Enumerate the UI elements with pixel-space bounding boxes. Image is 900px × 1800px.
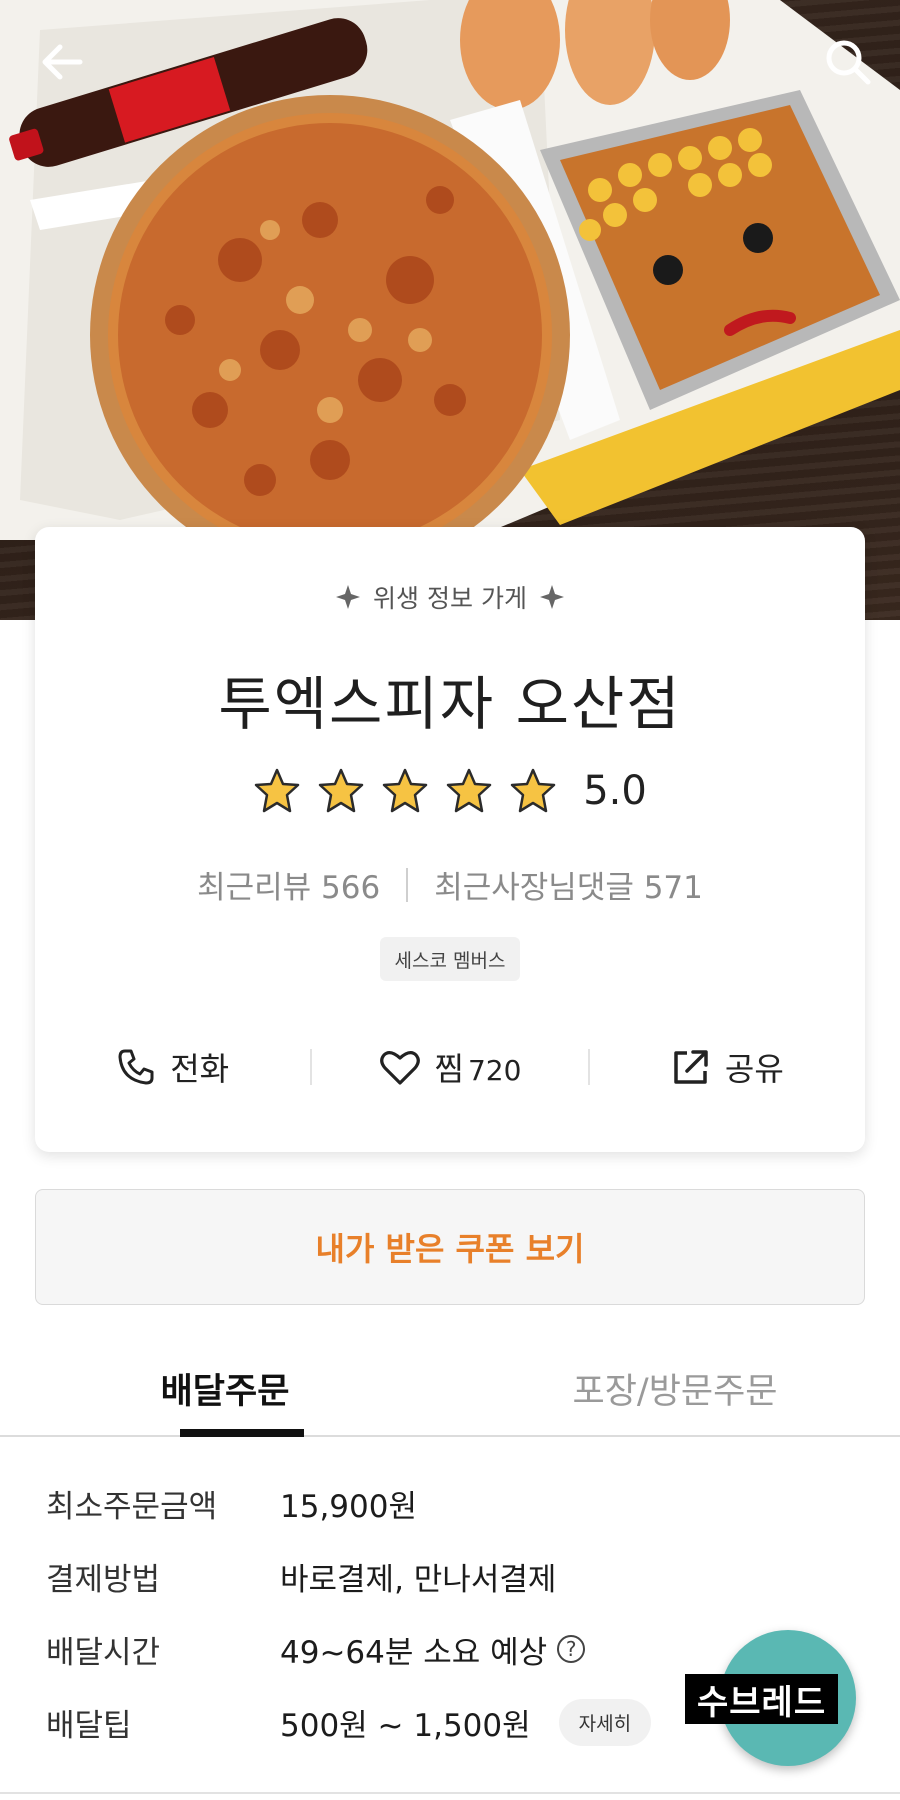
wish-count: 720 [467, 1054, 522, 1087]
star-icon [318, 768, 364, 813]
tab-label: 배달주문 [160, 1372, 290, 1412]
phone-icon [118, 1049, 154, 1085]
delivery-time-value-wrap: 49~64분 소요 예상 ? [280, 1627, 586, 1672]
heart-icon [379, 1051, 420, 1085]
call-label: 전화 [170, 1050, 230, 1088]
star-icon [510, 768, 556, 813]
call-button[interactable]: 전화 [35, 1044, 310, 1090]
divider [406, 867, 409, 902]
search-icon [826, 40, 871, 85]
star-icon [382, 768, 428, 813]
star-icon [254, 768, 300, 813]
hygiene-badge[interactable]: 위생 정보 가게 [35, 579, 865, 615]
store-name: 투엑스피자 오산점 [218, 670, 682, 738]
star-icon [446, 768, 492, 813]
delivery-tip-detail-button[interactable]: 자세히 [558, 1698, 652, 1746]
active-tab-indicator [180, 1429, 304, 1437]
min-order-label: 최소주문금액 [46, 1488, 218, 1525]
delivery-time-value: 49~64분 소요 예상 [280, 1634, 548, 1671]
min-order-row: 최소주문금액 15,900원 [46, 1478, 417, 1528]
store-info-card: 위생 정보 가게 투엑스피자 오산점 5.0 최근리뷰 566 최근사장님댓글 … [35, 527, 865, 1152]
my-coupons-button[interactable]: 내가 받은 쿠폰 보기 [35, 1189, 865, 1305]
min-order-value: 15,900원 [280, 1488, 417, 1525]
tab-delivery-order[interactable]: 배달주문 [0, 1345, 450, 1437]
delivery-time-label: 배달시간 [46, 1634, 161, 1671]
owner-replies-link[interactable]: 최근사장님댓글 571 [434, 862, 703, 907]
delivery-tip-value-wrap: 500원 ~ 1,500원 자세히 [280, 1698, 652, 1746]
divider [0, 1792, 900, 1794]
tab-label: 포장/방문주문 [572, 1372, 778, 1412]
payment-label: 결제방법 [46, 1561, 161, 1598]
wish-label: 찜 [434, 1050, 464, 1088]
leaf-ornament-icon [336, 585, 361, 609]
rating-row: 5.0 [35, 767, 865, 815]
delivery-time-row: 배달시간 49~64분 소요 예상 ? [46, 1624, 586, 1674]
share-icon [674, 1050, 708, 1084]
delivery-tip-value: 500원 ~ 1,500원 [280, 1707, 531, 1744]
search-button[interactable] [816, 30, 880, 94]
tab-pickup-order[interactable]: 포장/방문주문 [450, 1345, 900, 1435]
delivery-tip-row: 배달팁 500원 ~ 1,500원 자세히 [46, 1697, 652, 1747]
arrow-left-icon [42, 44, 83, 80]
wish-button[interactable]: 찜 720 [312, 1044, 587, 1090]
payment-row: 결제방법 바로결제, 만나서결제 [46, 1551, 556, 1601]
share-label: 공유 [724, 1050, 784, 1088]
rating-score: 5.0 [583, 768, 647, 814]
leaf-ornament-icon [539, 585, 564, 609]
recent-reviews-link[interactable]: 최근리뷰 566 [197, 862, 380, 907]
share-button[interactable]: 공유 [590, 1044, 865, 1090]
order-type-tabs: 배달주문 포장/방문주문 [0, 1345, 900, 1437]
floating-brand-label[interactable]: 수브레드 [685, 1674, 839, 1724]
back-button[interactable] [30, 30, 94, 94]
store-actions: 전화 찜 720 공유 [35, 1037, 865, 1097]
hygiene-badge-label: 위생 정보 가게 [373, 584, 527, 613]
payment-value: 바로결제, 만나서결제 [280, 1561, 557, 1598]
cesco-member-badge: 세스코 멤버스 [380, 937, 520, 981]
delivery-tip-label: 배달팁 [46, 1707, 132, 1744]
help-icon[interactable]: ? [557, 1635, 586, 1663]
review-counts: 최근리뷰 566 최근사장님댓글 571 [35, 862, 865, 907]
